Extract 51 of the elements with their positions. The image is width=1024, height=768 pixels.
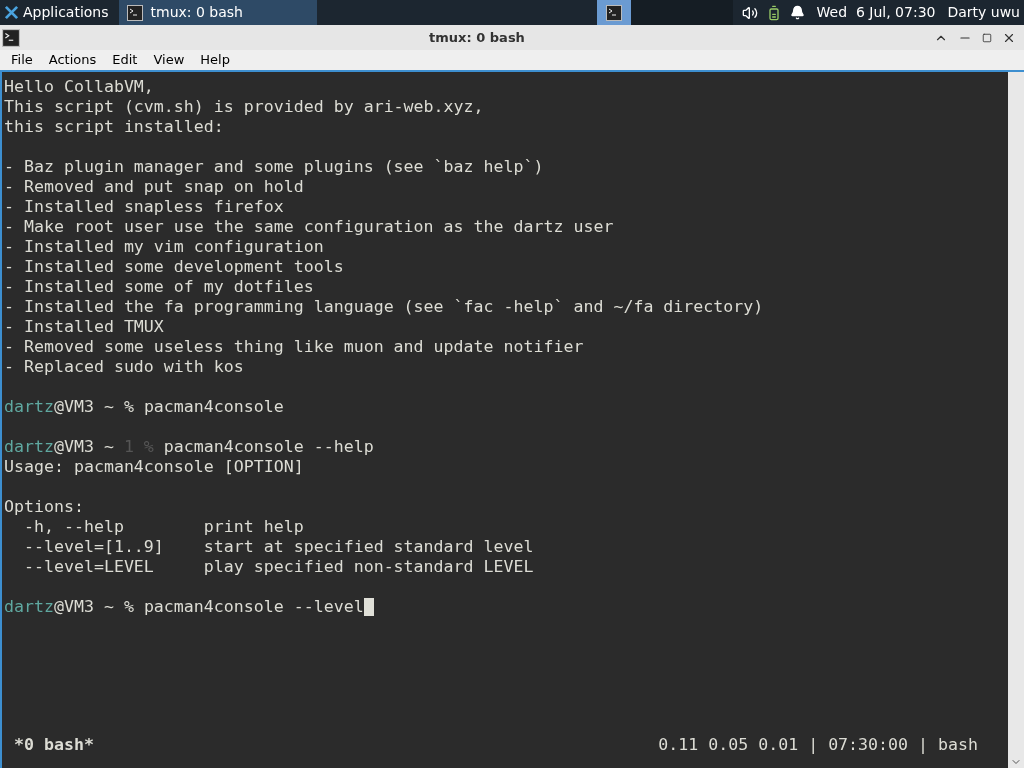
terminal-line: -h, --help print help <box>22 517 305 537</box>
workspace-button[interactable] <box>596 0 631 25</box>
window-title: tmux: 0 bash <box>428 28 526 47</box>
prompt-host: @VM3 ~ <box>53 597 115 617</box>
terminal-line: This script (cvm.sh) is provided by ari-web.xyz, <box>4 97 485 117</box>
clock[interactable]: Wed 6 Jul, 07:30 <box>816 2 936 23</box>
prompt-host: @VM3 ~ <box>53 437 115 457</box>
maximize-icon[interactable] <box>982 32 992 43</box>
prompt-user: dartz <box>4 437 54 457</box>
prompt-symbol: % <box>123 597 134 617</box>
terminal-line: - Installed the fa programming language (see `fac -help` and ~/fa directory) <box>4 297 765 317</box>
prompt-user: dartz <box>4 397 54 417</box>
tmux-window-name: *0 bash* <box>14 735 94 755</box>
workspace-button[interactable] <box>630 0 665 25</box>
terminal-line: --level=[1..9] start at specified standard level <box>22 537 535 557</box>
terminal-line: --level=LEVEL play specified non-standard LEVEL <box>22 557 535 577</box>
menu-item[interactable]: View <box>145 50 193 70</box>
terminal-icon <box>605 4 622 21</box>
taskbar-task[interactable]: tmux: 0 bash <box>118 0 317 25</box>
applications-menu[interactable]: Applications <box>0 0 113 25</box>
terminal-line: - Installed snapless firefox <box>4 197 285 217</box>
command-text: pacman4console --level <box>142 597 364 617</box>
user-name[interactable]: Darty uwu <box>947 2 1020 23</box>
terminal-line: - Replaced sudo with kos <box>4 357 245 377</box>
terminal-line: - Installed TMUX <box>4 317 165 337</box>
tmux-status: 0.11 0.05 0.01 | 07:30:00 | bash <box>658 735 979 755</box>
command-text: pacman4console --help <box>162 437 374 457</box>
menu-item[interactable]: File <box>3 50 41 70</box>
terminal-line: - Installed my vim configuration <box>4 237 325 257</box>
terminal-line: Usage: pacman4console [OPTION] <box>4 457 305 477</box>
terminal-line: Hello CollabVM, <box>4 77 155 97</box>
text-cursor <box>363 598 374 616</box>
command-text: pacman4console <box>142 397 284 417</box>
terminal-line: - Removed some useless thing like muon and update notifier <box>4 337 585 357</box>
prompt-user: dartz <box>4 597 54 617</box>
terminal-line: - Installed some development tools <box>4 257 345 277</box>
menu-item[interactable]: Actions <box>40 50 105 70</box>
prompt-symbol: % <box>123 397 134 417</box>
notification-icon[interactable] <box>789 5 805 20</box>
x-logo-icon <box>4 5 19 20</box>
terminal-line: - Removed and put snap on hold <box>4 177 305 197</box>
terminal-line: - Make root user use the same configuration as the dartz user <box>4 217 615 237</box>
volume-icon[interactable] <box>741 4 758 21</box>
prompt-host: @VM3 ~ <box>53 397 115 417</box>
menu-item[interactable]: Help <box>192 50 238 70</box>
terminal-icon <box>126 4 143 21</box>
terminal-line: - Installed some of my dotfiles <box>4 277 315 297</box>
menu-item[interactable]: Edit <box>104 50 146 70</box>
terminal-line: Options: <box>4 497 85 517</box>
terminal-line: this script installed: <box>4 117 225 137</box>
terminal-line: - Baz plugin manager and some plugins (see `baz help`) <box>4 157 545 177</box>
